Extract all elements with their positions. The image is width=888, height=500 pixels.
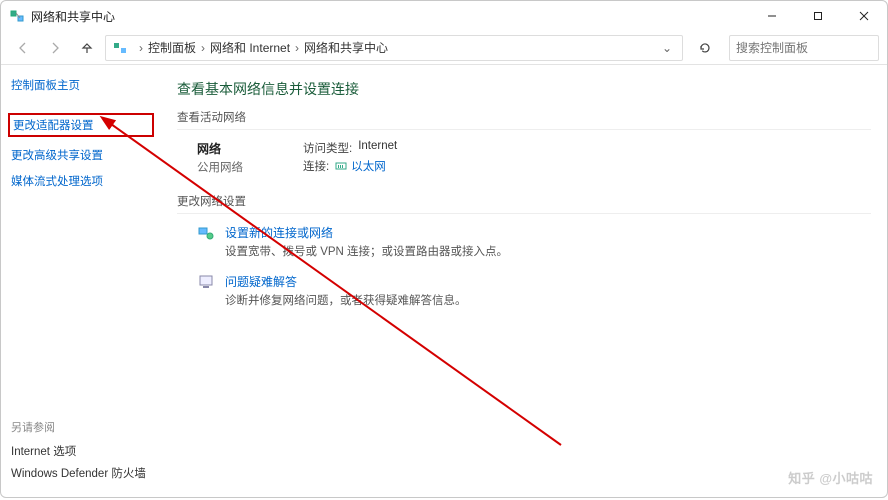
nav-forward-button[interactable]	[41, 34, 69, 62]
access-type-value: Internet	[358, 140, 397, 156]
breadcrumb-item[interactable]: 控制面板	[148, 39, 196, 56]
setup-connection-icon	[197, 224, 215, 242]
troubleshoot-link[interactable]: 问题疑难解答	[225, 275, 297, 289]
breadcrumb-item[interactable]: 网络和 Internet	[210, 39, 290, 56]
ethernet-icon	[335, 160, 347, 172]
chevron-right-icon: ›	[201, 41, 205, 55]
minimize-button[interactable]	[749, 1, 795, 31]
breadcrumb-item[interactable]: 网络和共享中心	[304, 39, 388, 56]
refresh-button[interactable]	[691, 34, 719, 62]
network-name: 网络	[197, 142, 221, 156]
sidebar-home-link[interactable]: 控制面板主页	[11, 77, 151, 93]
troubleshoot-icon	[197, 273, 215, 291]
connection-link[interactable]: 以太网	[335, 158, 386, 174]
sidebar-bottom-firewall[interactable]: Windows Defender 防火墙	[11, 465, 146, 481]
nav-up-button[interactable]	[73, 34, 101, 62]
sidebar-item-media-streaming[interactable]: 媒体流式处理选项	[11, 173, 151, 189]
setup-connection-link[interactable]: 设置新的连接或网络	[225, 226, 333, 240]
search-input[interactable]	[736, 41, 888, 55]
chevron-right-icon: ›	[295, 41, 299, 55]
section-change-settings: 更改网络设置	[177, 193, 871, 214]
sidebar-seealso-label: 另请参阅	[11, 419, 146, 435]
section-active-networks: 查看活动网络	[177, 109, 871, 130]
breadcrumb[interactable]: › 控制面板 › 网络和 Internet › 网络和共享中心 ⌄	[105, 35, 683, 61]
network-type: 公用网络	[197, 159, 243, 175]
troubleshoot-desc: 诊断并修复网络问题，或者获得疑难解答信息。	[225, 292, 467, 308]
access-type-label: 访问类型:	[303, 140, 352, 156]
sidebar-bottom-internet-options[interactable]: Internet 选项	[11, 443, 146, 459]
close-button[interactable]	[841, 1, 887, 31]
setup-connection-desc: 设置宽带、拨号或 VPN 连接；或设置路由器或接入点。	[225, 243, 508, 259]
chevron-down-icon[interactable]: ⌄	[658, 41, 676, 55]
maximize-button[interactable]	[795, 1, 841, 31]
connection-label: 连接:	[303, 158, 329, 174]
network-icon	[9, 8, 25, 24]
search-input-wrap[interactable]	[729, 35, 879, 61]
network-icon	[112, 40, 128, 56]
page-heading: 查看基本网络信息并设置连接	[177, 79, 871, 99]
sidebar-item-adapter-settings[interactable]: 更改适配器设置	[8, 113, 154, 137]
connection-value: 以太网	[351, 158, 386, 174]
chevron-right-icon: ›	[139, 41, 143, 55]
sidebar-item-advanced-sharing[interactable]: 更改高级共享设置	[11, 147, 151, 163]
nav-back-button[interactable]	[9, 34, 37, 62]
window-title: 网络和共享中心	[31, 8, 115, 25]
